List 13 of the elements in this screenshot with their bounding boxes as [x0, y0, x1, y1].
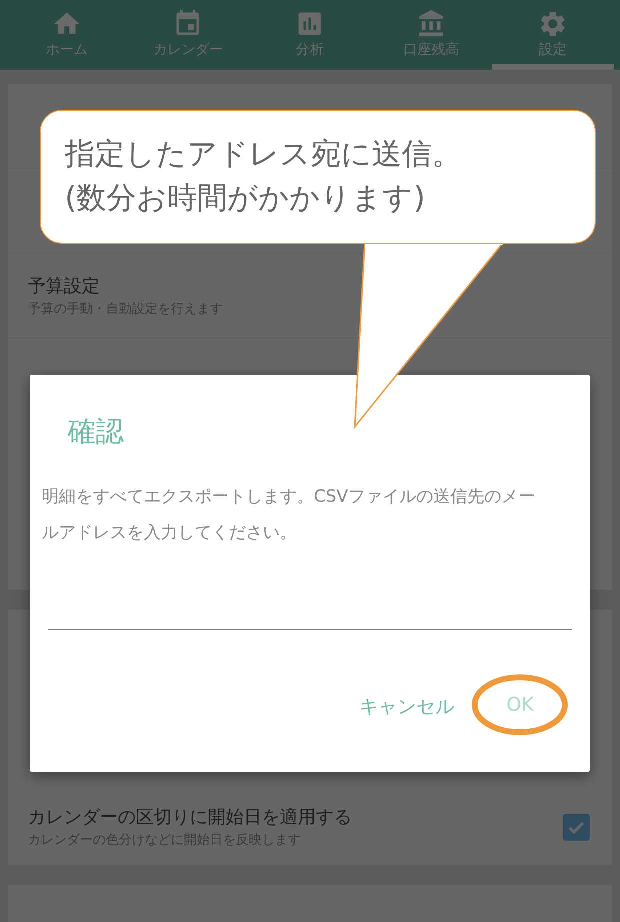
- dialog-message: 明細をすべてエクスポートします。CSVファイルの送信先のメールアドレスを入力してください。: [42, 486, 536, 545]
- callout-text: 指定したアドレス宛に送信。: [65, 136, 462, 174]
- callout-text: (数分お時間がかかります): [65, 180, 426, 218]
- setting-title: カレンダーの区切りに開始日を適用する: [28, 806, 352, 829]
- tab[interactable]: 設定: [492, 0, 614, 70]
- tab[interactable]: 分析: [249, 0, 371, 70]
- tab[interactable]: 口座残高: [370, 0, 492, 70]
- dialog-button[interactable]: キャンセル: [352, 690, 463, 724]
- dialog-title: 確認: [68, 414, 124, 450]
- setting-title: 予算設定: [28, 275, 101, 298]
- tab[interactable]: カレンダー: [128, 0, 250, 70]
- tab[interactable]: ホーム: [6, 0, 128, 70]
- checkbox[interactable]: [563, 814, 590, 840]
